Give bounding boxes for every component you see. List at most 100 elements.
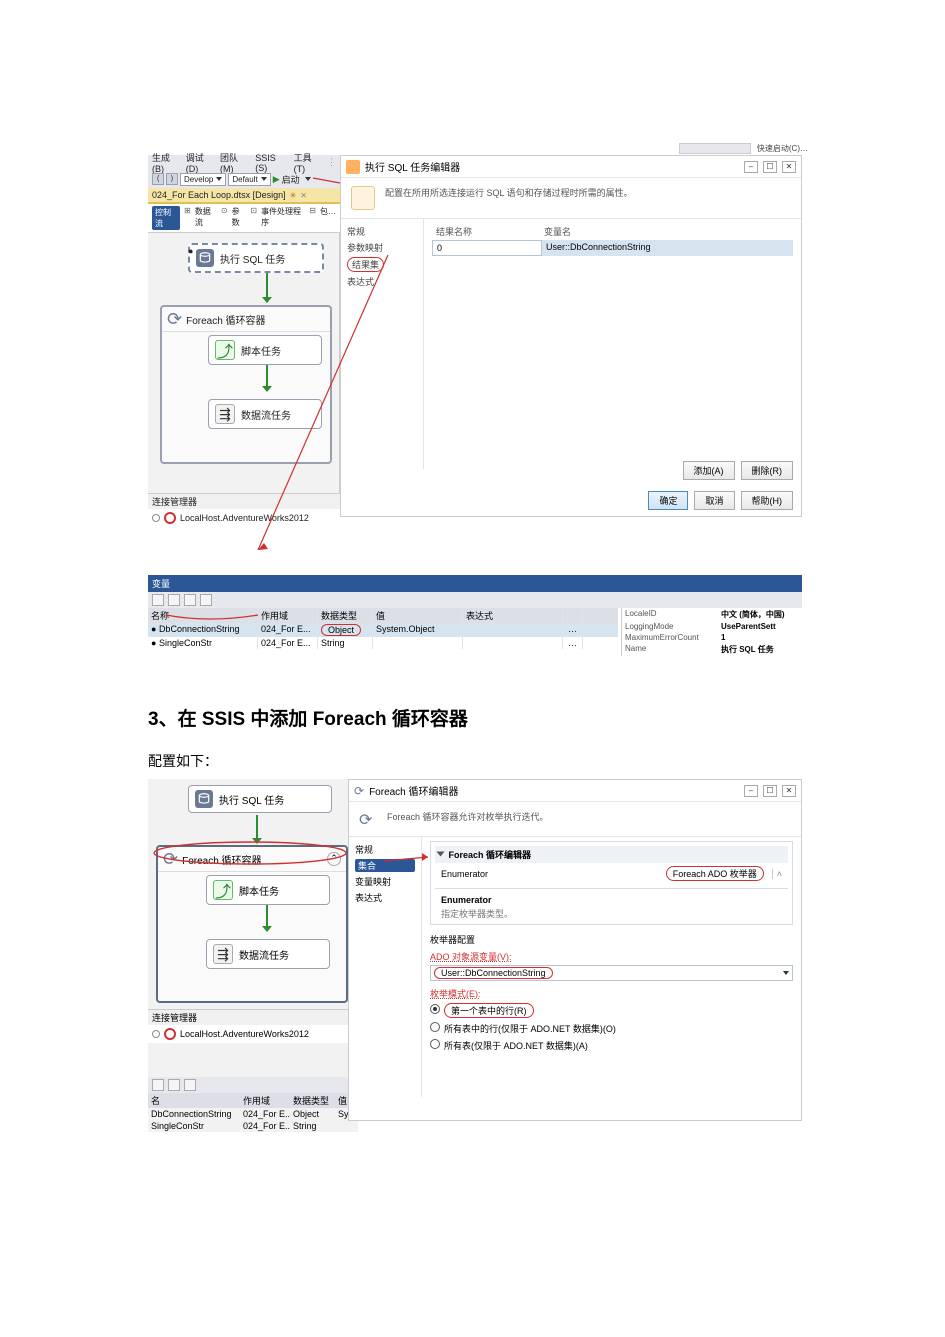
minimize-icon[interactable]: –	[744, 161, 758, 173]
chevron-down-icon[interactable]	[783, 971, 789, 975]
vs-chrome-left: 生成(B) 调试(D) 团队(M) SSIS (S) 工具(T) ⋮ ⟨ ⟩ D…	[148, 155, 340, 527]
ok-button[interactable]: 确定	[648, 491, 688, 510]
script-icon: ⤴	[213, 880, 233, 900]
start-icon[interactable]: ▶	[273, 174, 280, 185]
help-button[interactable]: 帮助(H)	[741, 491, 794, 510]
scroll-icon[interactable]: ˄	[772, 869, 782, 879]
config-combo[interactable]: Develop	[180, 173, 226, 186]
close-icon[interactable]: ✕	[782, 161, 796, 173]
properties-panel: LocaleID中文 (简体，中国) LoggingModeUseParentS…	[621, 608, 802, 656]
screenshot-2: 执行 SQL 任务 ⟳ Foreach 循环容器 ⌃ ⤴ 脚本任务	[148, 779, 802, 1132]
connection-item[interactable]: LocalHost.AdventureWorks2012	[148, 1025, 358, 1043]
success-arrow	[266, 273, 268, 298]
dialog-main: Foreach 循环编辑器 Enumerator Foreach ADO 枚举器…	[421, 837, 801, 1097]
vars-toolbar[interactable]	[148, 592, 802, 608]
server-icon	[152, 1030, 160, 1038]
mode-label: 枚举模式(E):	[430, 987, 793, 1000]
add-button[interactable]: 添加(A)	[683, 461, 735, 480]
enum-label: Enumerator	[441, 869, 488, 879]
sql-task[interactable]: 执行 SQL 任务	[188, 785, 332, 813]
dialog-nav[interactable]: 常规 集合 变量映射 表达式	[349, 837, 421, 1097]
foreach-container[interactable]: ⟳ Foreach 循环容器 ⤴ 脚本任务 ⇶ 数据流任务	[160, 305, 332, 464]
minimize-icon[interactable]: –	[744, 785, 758, 797]
close-icon[interactable]: ✕	[782, 785, 796, 797]
radio-all-tables[interactable]	[430, 1039, 440, 1049]
script-task[interactable]: ⤴ 脚本任务	[208, 335, 322, 365]
enum-value[interactable]: Foreach ADO 枚举器	[666, 866, 764, 881]
foreach-large-icon: ⟳	[359, 810, 377, 828]
remove-button[interactable]: 删除(R)	[741, 461, 794, 480]
cm-header: 连接管理器	[148, 493, 340, 509]
ado-src-label: ADO 对象源变量(V):	[430, 950, 793, 963]
nav-resultset[interactable]: 结果集	[347, 257, 384, 272]
resultset-grid[interactable]: 结果名称 变量名 0 User::DbConnectionString	[423, 219, 801, 469]
arrow-2	[266, 365, 268, 387]
foreach-editor-dialog: ⟳ Foreach 循环编辑器 – ☐ ✕ ⟳ Foreach 循环容器允许对枚…	[348, 779, 802, 1121]
connector-handle[interactable]: ●	[188, 246, 193, 256]
vs-quick-launch: 快速启动(C)…	[679, 143, 808, 154]
designer-surface[interactable]: 执行 SQL 任务 ● ⟳ Foreach 循环容器 ⤴ 脚本任务 ⇶	[148, 233, 340, 493]
foreach-icon: ⟳	[354, 785, 364, 797]
designer-left: 执行 SQL 任务 ⟳ Foreach 循环容器 ⌃ ⤴ 脚本任务	[148, 779, 358, 1132]
grid-row[interactable]: 0 User::DbConnectionString	[432, 240, 793, 256]
dataflow-icon: ⇶	[215, 404, 235, 424]
expand-icon[interactable]: ⌃	[327, 852, 341, 866]
vs-menubar[interactable]: 生成(B) 调试(D) 团队(M) SSIS (S) 工具(T) ⋮	[148, 155, 340, 170]
record-icon	[164, 1028, 176, 1040]
var-row-single[interactable]: SingleConStr 024_For E... String	[148, 1120, 358, 1132]
dataflow-icon: ⇶	[213, 944, 233, 964]
radio-all-rows[interactable]	[430, 1022, 440, 1032]
nav-collection[interactable]: 集合	[355, 859, 415, 872]
cfg-label: 枚举器配置	[430, 933, 793, 946]
dialog-title: 执行 SQL 任务编辑器	[365, 159, 460, 174]
dialog-title: Foreach 循环编辑器	[369, 783, 458, 798]
vars-toolbar[interactable]	[148, 1077, 358, 1093]
group-title: Foreach 循环编辑器	[449, 850, 532, 860]
foreach-icon: ⟳	[163, 850, 178, 868]
sql-task-editor-dialog: 执行 SQL 任务编辑器 – ☐ ✕ 配置在所用所选连接运行 SQL 语句和存储…	[340, 155, 802, 517]
ado-source-combo[interactable]: User::DbConnectionString	[430, 965, 793, 981]
sql-task-icon	[196, 249, 214, 267]
chevron-down-icon[interactable]	[437, 852, 445, 857]
vars-title: 变量	[148, 575, 802, 592]
sql-large-icon	[351, 186, 375, 210]
dialog-nav[interactable]: 常规 参数映射 结果集 表达式	[341, 219, 423, 469]
dialog-icon	[346, 160, 360, 174]
foreach-container[interactable]: ⟳ Foreach 循环容器 ⌃ ⤴ 脚本任务 ⇶ 数	[156, 845, 348, 1003]
platform-combo[interactable]: Default	[228, 173, 270, 186]
var-row-dbconn[interactable]: ● DbConnectionString 024_For E... Object…	[148, 623, 618, 637]
dialog-subtitle: 配置在所用所选连接运行 SQL 语句和存储过程时所需的属性。	[385, 186, 633, 199]
var-row-single[interactable]: ● SingleConStr 024_For E... String …	[148, 637, 618, 649]
dataflow-task[interactable]: ⇶ 数据流任务	[206, 939, 330, 969]
foreach-icon: ⟳	[167, 310, 182, 328]
section-heading: 3、在 SSIS 中添加 Foreach 循环容器	[148, 704, 945, 731]
radio-first-table[interactable]	[430, 1004, 440, 1014]
designer-tabs[interactable]: 控制流 ⊞数据流 ⊙参数 ⊡事件处理程序 ⊟包…	[148, 204, 340, 233]
nav-fwd-icon[interactable]: ⟩	[166, 173, 178, 185]
enum-group: Enumerator	[435, 893, 788, 907]
script-icon: ⤴	[215, 340, 235, 360]
maximize-icon[interactable]: ☐	[763, 785, 777, 797]
section-text: 配置如下：	[148, 751, 945, 771]
arrow-2	[266, 905, 268, 927]
arrow	[256, 815, 258, 839]
connection-item[interactable]: LocalHost.AdventureWorks2012	[148, 509, 340, 527]
document-tab[interactable]: 024_For Each Loop.dtsx [Design] ✳ ✕	[148, 188, 340, 204]
close-icon[interactable]: ✕	[300, 191, 307, 200]
variables-panel: 变量 名称 作用域 数据类型 值 表达式 ● DbConnectionStrin…	[148, 575, 802, 649]
vars-grid[interactable]: 名称 作用域 数据类型 值 表达式 ● DbConnectionString 0…	[148, 608, 618, 649]
nav-back-icon[interactable]: ⟨	[152, 173, 164, 185]
cm-header: 连接管理器	[148, 1009, 358, 1025]
sql-task-icon	[195, 790, 213, 808]
server-icon	[152, 514, 160, 522]
screenshot-1: 快速启动(C)… 生成(B) 调试(D) 团队(M) SSIS (S) 工具(T…	[148, 155, 802, 649]
dialog-subtitle: Foreach 循环容器允许对枚举执行迭代。	[387, 810, 549, 823]
cancel-button[interactable]: 取消	[694, 491, 734, 510]
dataflow-task[interactable]: ⇶ 数据流任务	[208, 399, 322, 429]
sql-task[interactable]: 执行 SQL 任务	[188, 243, 324, 273]
maximize-icon[interactable]: ☐	[763, 161, 777, 173]
record-icon	[164, 512, 176, 524]
script-task[interactable]: ⤴ 脚本任务	[206, 875, 330, 905]
var-row-dbconn[interactable]: DbConnectionString 024_For E... Object S…	[148, 1108, 358, 1120]
vars-grid[interactable]: 名 作用域 数据类型 值 DbConnectionString 024_For …	[148, 1093, 358, 1132]
